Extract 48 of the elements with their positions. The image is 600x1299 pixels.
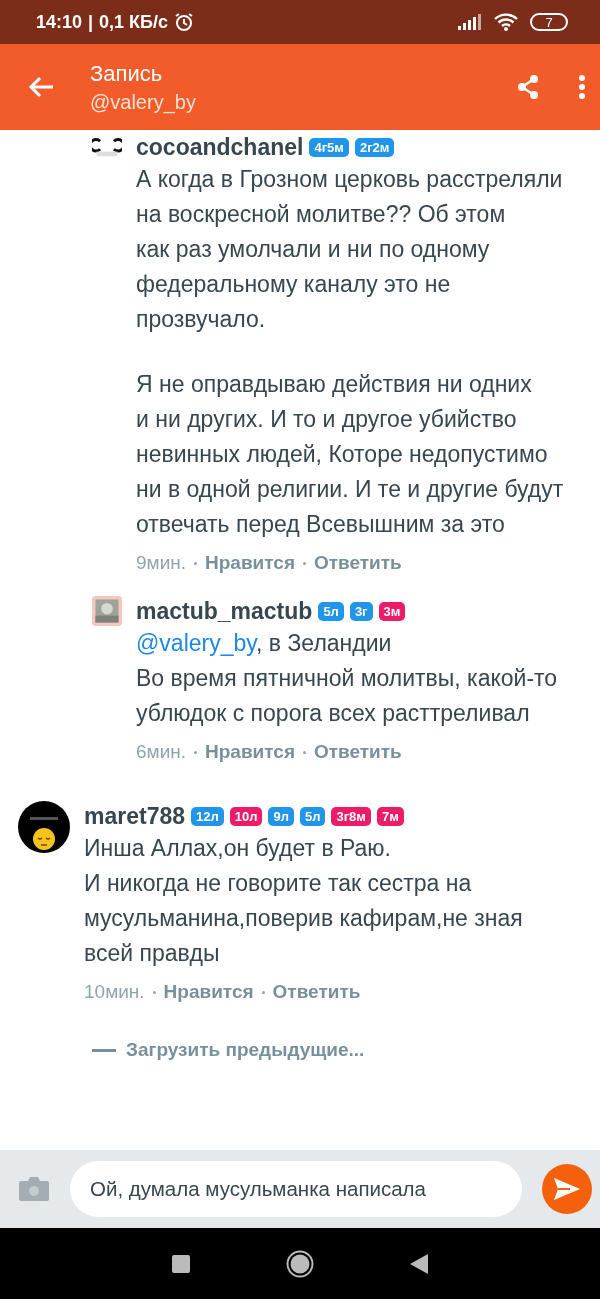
- wifi-icon: [494, 13, 518, 31]
- recent-apps-icon[interactable]: [172, 1254, 190, 1273]
- screen-title: Запись: [90, 60, 164, 87]
- rank-tag: 4г5м: [309, 137, 349, 157]
- like-link[interactable]: Нравится: [205, 741, 295, 763]
- reply-link[interactable]: Ответить: [272, 981, 361, 1003]
- separator-text: |: [88, 11, 94, 33]
- rank-tag: 3г: [349, 601, 373, 621]
- rank-tag: 3м: [378, 601, 406, 621]
- more-menu-icon[interactable]: [578, 74, 586, 100]
- rank-tag: 10л: [229, 806, 263, 826]
- rank-tag: 9л: [268, 806, 294, 826]
- signal-icon: [458, 14, 482, 30]
- rank-tag: 5л: [299, 806, 326, 826]
- home-icon[interactable]: [286, 1249, 314, 1278]
- mention-link[interactable]: @valery_by: [136, 630, 257, 656]
- comment-text: Я не оправдываю действия ни одних и ни других. И то и другое убийство невинных людей, Которе недопустимо ни в одной религии. И те и другие будут отвечать перед Всевышним за это: [136, 370, 565, 539]
- comment-text: Инша Аллах,он будет в Раю. И никогда не говорите так сестра на мусульманина,поверив кафирам,не зная всей правды: [84, 834, 524, 968]
- load-previous-link[interactable]: Загрузить предыдущие...: [126, 1039, 365, 1061]
- rank-tag: 12л: [191, 806, 224, 826]
- comment-time: 6мин.: [136, 741, 186, 763]
- comment-text: @valery_by, в Зеландии Во время пятничной молитвы, какой-то ублюдок с порога всех расттреливал: [136, 629, 559, 728]
- clock-time: 14:10: [36, 11, 83, 33]
- rank-tag: 3г8м: [331, 806, 371, 826]
- username[interactable]: maret788: [84, 802, 186, 830]
- comment-time: 9мин.: [136, 552, 186, 574]
- username[interactable]: mactub_mactub: [136, 597, 313, 625]
- battery-icon: 7: [530, 13, 568, 31]
- rank-tag: 5л: [318, 601, 344, 621]
- camera-icon[interactable]: [18, 1176, 50, 1202]
- share-icon[interactable]: [516, 74, 540, 100]
- back-icon[interactable]: [410, 1253, 428, 1274]
- alarm-icon: [174, 12, 195, 32]
- username[interactable]: cocoandchanel: [136, 133, 304, 161]
- rank-tag: 7м: [376, 806, 404, 826]
- screen-subtitle: @valery_by: [90, 90, 197, 114]
- network-speed: 0,1 КБ/с: [99, 11, 169, 33]
- comment-time: 10мин.: [84, 981, 145, 1003]
- back-arrow-icon[interactable]: [28, 76, 54, 98]
- reply-link[interactable]: Ответить: [314, 552, 402, 574]
- like-link[interactable]: Нравится: [163, 981, 254, 1003]
- send-icon: [553, 1177, 581, 1201]
- rank-tag: 2г2м: [354, 137, 395, 157]
- comment-text: А когда в Грозном церковь расстреляли на воскресной молитве?? Об этом как раз умолчали и ни по одному федеральному каналу это не прозвучало.: [136, 165, 564, 334]
- comment-input-field[interactable]: Ой, думала мусульманка написала: [70, 1161, 522, 1217]
- send-button[interactable]: [542, 1164, 592, 1214]
- like-link[interactable]: Нравится: [205, 552, 295, 574]
- reply-link[interactable]: Ответить: [314, 741, 402, 763]
